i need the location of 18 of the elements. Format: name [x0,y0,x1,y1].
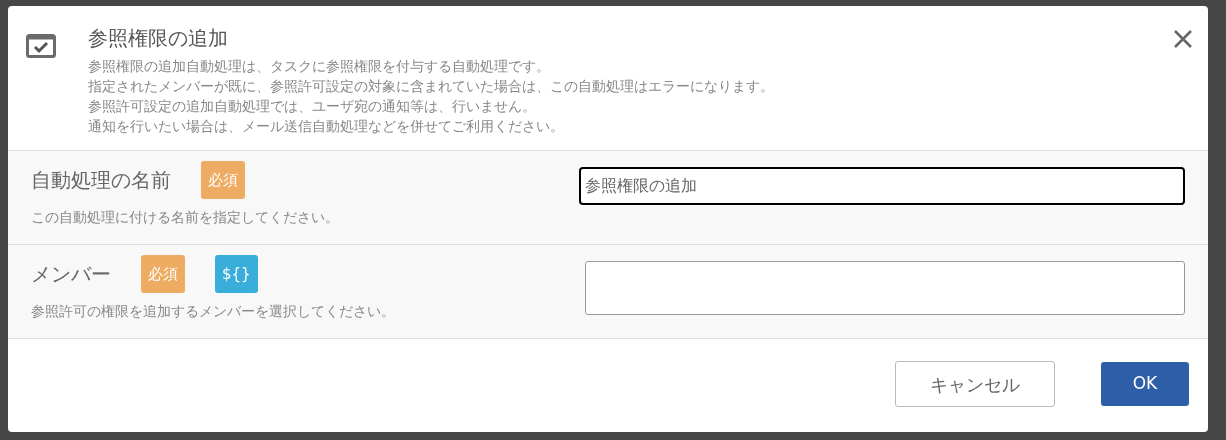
description-line: 通知を行いたい場合は、メール送信自動処理などを併せてご利用ください。 [88,117,565,136]
required-badge: 必須 [201,161,245,199]
ok-button[interactable]: OK [1101,362,1189,406]
description-line: 参照権限の追加自動処理は、タスクに参照権限を付与する自動処理です。 [88,57,551,76]
help-text: 参照許可の権限を追加するメンバーを選択してください。 [31,302,396,321]
description-line: 指定されたメンバーが既に、参照許可設定の対象に含まれていた場合は、この自動処理はエラーになります。 [88,77,774,96]
field-label: 自動処理の名前 [31,167,171,194]
variable-badge: ${} [215,255,258,293]
field-label: メンバー [31,261,111,288]
help-text: この自動処理に付ける名前を指定してください。 [31,208,340,227]
description-line: 参照許可設定の追加自動処理では、ユーザ宛の通知等は、行いません。 [88,97,537,116]
cancel-button[interactable]: キャンセル [895,361,1055,407]
text-field[interactable] [585,261,1185,315]
close-icon [1173,29,1193,49]
text-field[interactable]: 参照権限の追加 [579,167,1185,205]
dialog-title: 参照権限の追加 [88,25,229,52]
checkbox-window-icon [26,34,56,58]
required-badge: 必須 [141,255,185,293]
